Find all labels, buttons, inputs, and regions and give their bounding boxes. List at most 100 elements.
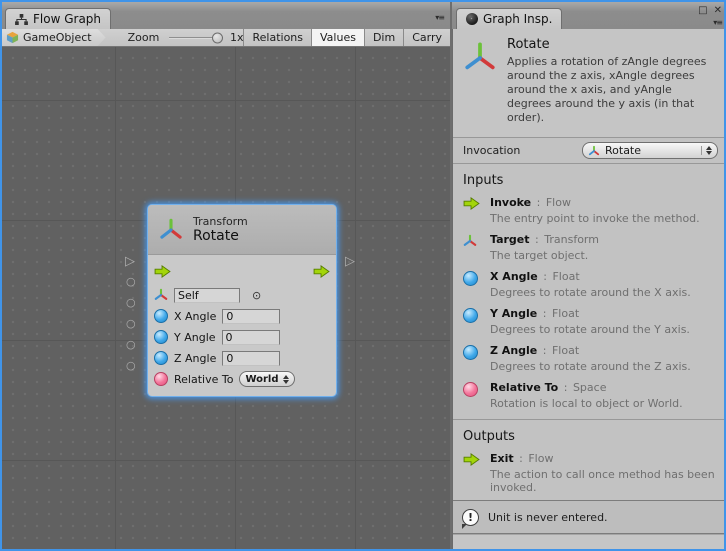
zoom-slider[interactable] bbox=[169, 29, 223, 46]
carry-button[interactable]: Carry bbox=[403, 29, 450, 46]
port-description: Degrees to rotate around the Y axis. bbox=[490, 323, 690, 336]
toolbar-buttons: Relations Values Dim Carry bbox=[243, 29, 450, 46]
maximize-icon[interactable]: □ bbox=[698, 5, 707, 16]
inputs-heading: Inputs bbox=[453, 164, 724, 195]
port-name: X Angle bbox=[490, 270, 538, 283]
object-picker-icon[interactable]: ⊙ bbox=[252, 289, 261, 302]
window-frame: Flow Graph ▾≡ GameObject Zoom 1x Relatio… bbox=[2, 2, 724, 549]
port-type: Space bbox=[573, 381, 607, 394]
x-angle-port-icon[interactable] bbox=[154, 309, 168, 323]
graph-inspector-icon bbox=[466, 13, 478, 25]
self-field[interactable]: Self bbox=[174, 288, 240, 303]
external-port-circle-x-angle[interactable]: ○ bbox=[126, 297, 136, 308]
tab-graph-inspector[interactable]: Graph Insp. bbox=[456, 8, 562, 29]
node-row-self: Self ⊙ bbox=[154, 286, 330, 304]
relative-to-dropdown[interactable]: World bbox=[239, 371, 294, 387]
node-row-relative-to: Relative To World bbox=[154, 370, 330, 388]
input-item-y-angle: Y Angle : Float Degrees to rotate around… bbox=[453, 306, 724, 343]
breadcrumb-gameobject[interactable]: GameObject bbox=[2, 29, 106, 46]
flow-graph-icon bbox=[15, 14, 28, 25]
node-title-box: Transform Rotate bbox=[193, 215, 248, 244]
z-angle-field[interactable]: 0 bbox=[222, 351, 280, 366]
input-item-x-angle: X Angle : Float Degrees to rotate around… bbox=[453, 269, 724, 306]
flow-input-arrow-icon[interactable] bbox=[154, 265, 171, 278]
y-angle-port-icon[interactable] bbox=[154, 330, 168, 344]
inspector-header: Rotate Applies a rotation of zAngle degr… bbox=[453, 29, 724, 137]
port-name: Relative To bbox=[490, 381, 558, 394]
window-controls: □ ✕ bbox=[698, 5, 722, 16]
float-port-icon bbox=[463, 270, 490, 299]
external-port-circle-z-angle[interactable]: ○ bbox=[126, 339, 136, 350]
port-name: Y Angle bbox=[490, 307, 537, 320]
flow-graph-panel: Flow Graph ▾≡ GameObject Zoom 1x Relatio… bbox=[2, 2, 450, 549]
bottom-strip bbox=[453, 534, 724, 549]
y-angle-label: Y Angle bbox=[174, 331, 216, 344]
values-button[interactable]: Values bbox=[311, 29, 364, 46]
invocation-label: Invocation bbox=[463, 144, 582, 157]
float-port-icon bbox=[463, 307, 490, 336]
invocation-dropdown-value: Rotate bbox=[605, 144, 696, 157]
x-angle-field[interactable]: 0 bbox=[222, 309, 280, 324]
port-type: Float bbox=[552, 344, 579, 357]
inspector-title: Rotate bbox=[507, 37, 712, 52]
flow-graph-menu-icon[interactable]: ▾≡ bbox=[435, 13, 444, 22]
external-port-circle-self[interactable]: ○ bbox=[126, 276, 136, 287]
port-description: The entry point to invoke the method. bbox=[490, 212, 700, 225]
port-description: Rotation is local to object or World. bbox=[490, 397, 683, 410]
rotate-node-body: Self ⊙ X Angle 0 Y Angle 0 bbox=[148, 255, 336, 396]
external-port-circle-relative-to[interactable]: ○ bbox=[126, 360, 136, 371]
transform-axes-icon bbox=[463, 233, 490, 262]
relative-to-dropdown-value: World bbox=[245, 374, 278, 385]
invocation-row: Invocation Rotate bbox=[453, 137, 724, 164]
transform-icon bbox=[158, 217, 184, 243]
invocation-dropdown[interactable]: Rotate bbox=[582, 142, 718, 159]
external-flow-output-triangle[interactable]: ▷ bbox=[345, 255, 355, 268]
input-item-invoke: Invoke : Flow The entry point to invoke … bbox=[453, 195, 724, 232]
y-angle-field[interactable]: 0 bbox=[222, 330, 280, 345]
z-angle-port-icon[interactable] bbox=[154, 351, 168, 365]
inspector-tabbar: Graph Insp. □ ✕ ▾≡ bbox=[452, 2, 724, 29]
port-type: Float bbox=[552, 307, 579, 320]
zoom-label: Zoom bbox=[128, 29, 160, 46]
zoom-slider-knob[interactable] bbox=[212, 32, 223, 43]
tab-graph-inspector-label: Graph Insp. bbox=[483, 12, 552, 26]
transform-port-icon[interactable] bbox=[154, 288, 168, 302]
input-item-target: Target : Transform The target object. bbox=[453, 232, 724, 269]
relative-to-port-icon[interactable] bbox=[154, 372, 168, 386]
rotate-node-header[interactable]: Transform Rotate bbox=[148, 205, 336, 255]
inspector-description: Applies a rotation of zAngle degrees aro… bbox=[507, 55, 712, 125]
node-row-y-angle: Y Angle 0 bbox=[154, 328, 330, 346]
close-icon[interactable]: ✕ bbox=[714, 5, 722, 16]
invocation-dropdown-icon bbox=[588, 145, 600, 157]
port-name: Z Angle bbox=[490, 344, 537, 357]
bolt-flow-graph-window: Flow Graph ▾≡ GameObject Zoom 1x Relatio… bbox=[0, 0, 726, 551]
port-description: The target object. bbox=[490, 249, 599, 262]
input-item-z-angle: Z Angle : Float Degrees to rotate around… bbox=[453, 343, 724, 380]
node-row-z-angle: Z Angle 0 bbox=[154, 349, 330, 367]
port-type: Float bbox=[552, 270, 579, 283]
gameobject-icon bbox=[6, 31, 19, 44]
external-flow-input-triangle[interactable]: ▷ bbox=[125, 255, 135, 268]
port-name: Exit bbox=[490, 452, 514, 465]
popup-arrows-icon bbox=[701, 146, 712, 155]
relations-button[interactable]: Relations bbox=[243, 29, 311, 46]
input-item-relative-to: Relative To : Space Rotation is local to… bbox=[453, 380, 724, 417]
external-port-circle-y-angle[interactable]: ○ bbox=[126, 318, 136, 329]
dim-button[interactable]: Dim bbox=[364, 29, 403, 46]
warning-text: Unit is never entered. bbox=[488, 511, 608, 524]
outputs-heading: Outputs bbox=[453, 420, 724, 451]
node-row-x-angle: X Angle 0 bbox=[154, 307, 330, 325]
inspector-content: Rotate Applies a rotation of zAngle degr… bbox=[452, 29, 724, 549]
relative-to-label: Relative To bbox=[174, 373, 233, 386]
flow-output-arrow-icon[interactable] bbox=[313, 265, 330, 278]
tab-flow-graph[interactable]: Flow Graph bbox=[5, 8, 111, 29]
graph-canvas[interactable]: ▷ ○ ○ ○ ○ ○ ▷ Transform bbox=[2, 47, 450, 549]
port-name: Target bbox=[490, 233, 530, 246]
rotate-node[interactable]: Transform Rotate bbox=[147, 204, 337, 397]
node-surtitle: Transform bbox=[193, 215, 248, 228]
rotate-unit-icon bbox=[463, 41, 497, 75]
port-type: Flow bbox=[528, 452, 553, 465]
port-type: Flow bbox=[546, 196, 571, 209]
inspector-menu-icon[interactable]: ▾≡ bbox=[713, 18, 722, 27]
tab-flow-graph-label: Flow Graph bbox=[33, 12, 101, 26]
